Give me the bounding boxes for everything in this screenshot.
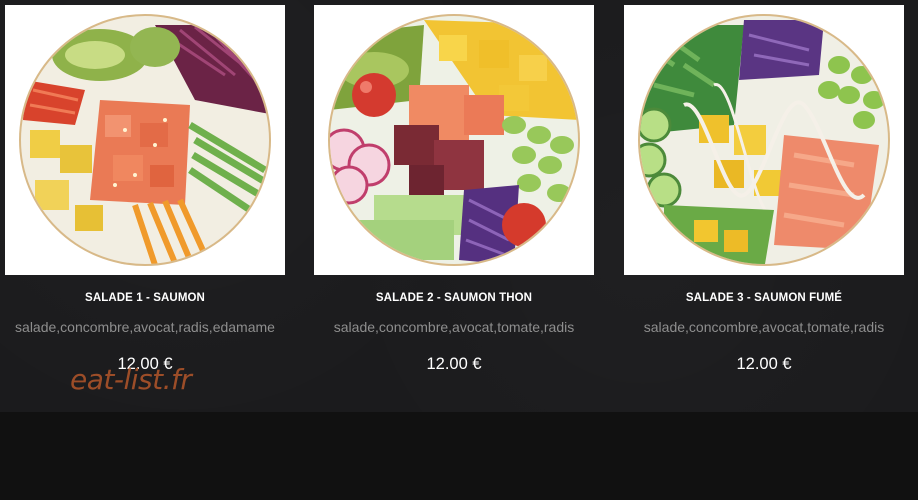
item-name[interactable]: SALADE 1 - SAUMON: [5, 291, 285, 305]
item-price: 12.00 €: [736, 355, 792, 373]
item-name[interactable]: SALADE 3 - SAUMON FUMÉ: [624, 291, 904, 305]
poke-bowl-image: [19, 14, 271, 266]
poke-bowl-image: [638, 14, 890, 266]
item-ingredients: salade,concombre,avocat,radis,edamame: [15, 319, 275, 335]
menu-item-salade-2[interactable]: SALADE 2 - SAUMON THON salade,concombre,…: [314, 5, 594, 374]
menu-item-salade-3[interactable]: SALADE 3 - SAUMON FUMÉ salade,concombre,…: [624, 5, 904, 374]
poke-bowl-image: [328, 14, 580, 266]
product-image[interactable]: [5, 5, 285, 275]
menu-item-salade-1[interactable]: SALADE 1 - SAUMON salade,concombre,avoca…: [5, 5, 285, 374]
footer-band: [0, 412, 918, 500]
item-ingredients: salade,concombre,avocat,tomate,radis: [333, 319, 575, 335]
menu-section: SALADE 1 - SAUMON salade,concombre,avoca…: [0, 0, 918, 412]
item-price: 12.00 €: [426, 355, 482, 373]
item-ingredients: salade,concombre,avocat,tomate,radis: [643, 319, 885, 335]
product-image[interactable]: [624, 5, 904, 275]
watermark-logo: eat-list.fr: [70, 363, 192, 396]
item-name[interactable]: SALADE 2 - SAUMON THON: [314, 291, 594, 305]
product-image[interactable]: [314, 5, 594, 275]
